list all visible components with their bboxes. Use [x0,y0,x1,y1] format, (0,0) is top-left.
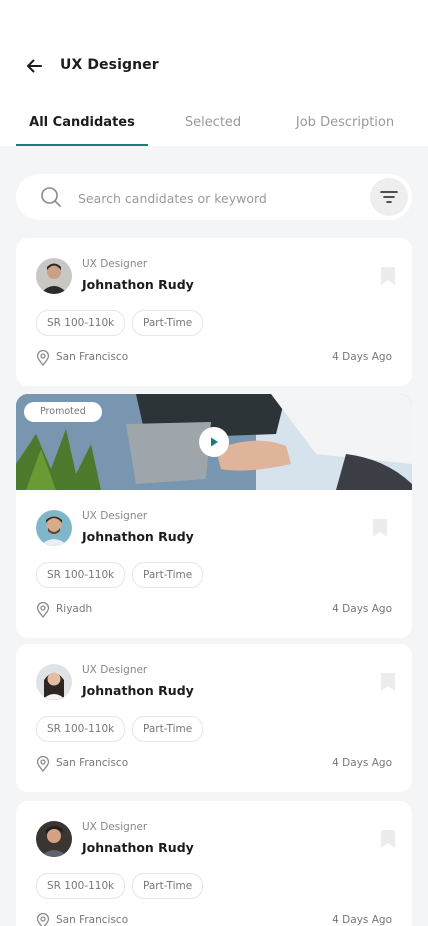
candidate-job-title: UX Designer [82,664,148,676]
card-body: UX Designer Johnathon Rudy SR 100-110k P… [16,644,412,792]
avatar [36,664,72,700]
filter-button[interactable] [370,178,408,216]
salary-tag: SR 100-110k [36,716,126,742]
location-pin-icon [36,913,50,926]
top-bar: UX Designer All Candidates Selected Job … [0,0,428,146]
candidate-location: San Francisco [56,914,129,926]
location-pin-icon [36,756,50,772]
candidate-location: San Francisco [56,351,129,363]
candidate-card-promoted[interactable]: Promoted UX Designer Johnathon Rudy SR 1… [16,394,412,638]
candidate-location: San Francisco [56,757,129,769]
job-type-tag: Part-Time [132,310,204,336]
candidate-name: Johnathon Rudy [82,529,194,544]
search-bar [16,174,412,220]
back-button[interactable] [20,52,48,80]
filter-icon [380,191,398,203]
salary-tag: SR 100-110k [36,562,126,588]
candidate-job-title: UX Designer [82,258,148,270]
candidate-card[interactable]: UX Designer Johnathon Rudy SR 100-110k P… [16,644,412,792]
bookmark-icon[interactable] [372,518,388,538]
promo-media: Promoted [16,394,412,490]
promoted-badge: Promoted [24,402,102,422]
candidate-card[interactable]: UX Designer Johnathon Rudy SR 100-110k P… [16,801,412,926]
active-tab-indicator [16,144,148,146]
salary-tag: SR 100-110k [36,310,126,336]
location-pin-icon [36,602,50,618]
job-type-tag: Part-Time [132,716,204,742]
bookmark-icon[interactable] [380,266,396,286]
page-title: UX Designer [60,57,159,73]
posted-time: 4 Days Ago [332,351,392,363]
posted-time: 4 Days Ago [332,603,392,615]
candidate-location: Riyadh [56,603,93,615]
posted-time: 4 Days Ago [332,757,392,769]
candidate-job-title: UX Designer [82,510,148,522]
tab-bar: All Candidates Selected Job Description [0,108,428,146]
candidate-job-title: UX Designer [82,821,148,833]
card-body: UX Designer Johnathon Rudy SR 100-110k P… [16,238,412,386]
avatar [36,258,72,294]
search-icon [41,187,61,207]
candidate-name: Johnathon Rudy [82,277,194,292]
job-type-tag: Part-Time [132,562,204,588]
avatar [36,510,72,546]
tab-all-candidates[interactable]: All Candidates [16,108,148,146]
search-input[interactable] [76,186,370,210]
card-body: UX Designer Johnathon Rudy SR 100-110k P… [16,801,412,926]
posted-time: 4 Days Ago [332,914,392,926]
bookmark-icon[interactable] [380,672,396,692]
job-type-tag: Part-Time [132,873,204,899]
candidate-name: Johnathon Rudy [82,683,194,698]
app-screen: UX Designer All Candidates Selected Job … [0,0,428,926]
avatar [36,821,72,857]
candidate-name: Johnathon Rudy [82,840,194,855]
candidate-card[interactable]: UX Designer Johnathon Rudy SR 100-110k P… [16,238,412,386]
play-button[interactable] [199,427,229,457]
play-icon [211,437,218,447]
arrow-left-icon [27,59,42,73]
location-pin-icon [36,350,50,366]
tab-job-description[interactable]: Job Description [280,108,410,146]
bookmark-icon[interactable] [380,829,396,849]
tab-selected[interactable]: Selected [160,108,266,146]
card-body: UX Designer Johnathon Rudy SR 100-110k P… [16,490,412,638]
salary-tag: SR 100-110k [36,873,126,899]
